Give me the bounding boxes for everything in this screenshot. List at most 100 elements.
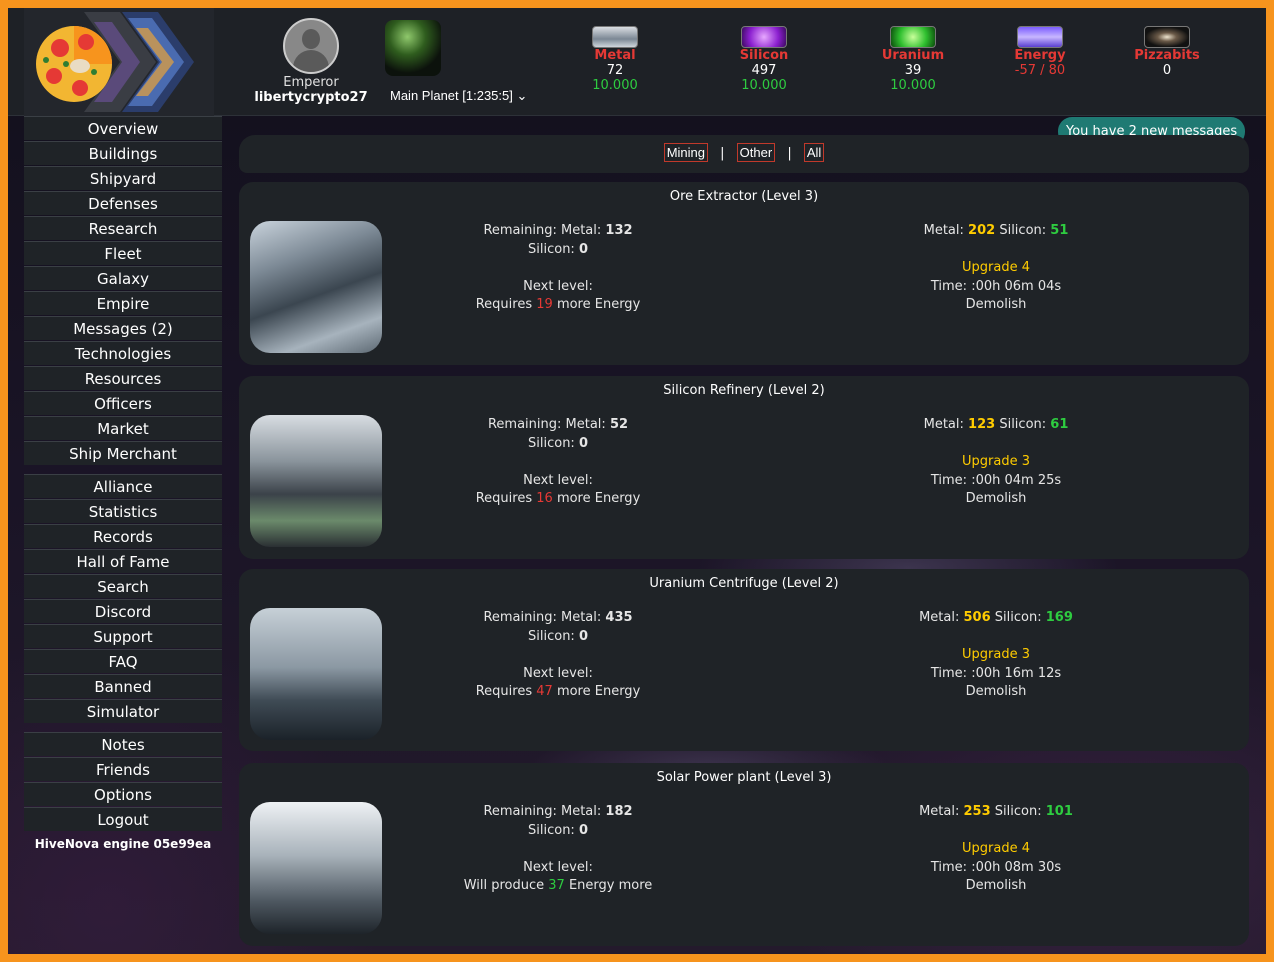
upgrade-button[interactable]: Upgrade 3 xyxy=(881,453,1111,472)
remaining-label: Remaining: xyxy=(483,223,557,238)
building-title[interactable]: Silicon Refinery (Level 2) xyxy=(239,376,1249,398)
building-title[interactable]: Ore Extractor (Level 3) xyxy=(239,182,1249,204)
nav-item[interactable]: Search xyxy=(24,574,222,598)
upgrade-button[interactable]: Upgrade 4 xyxy=(881,259,1111,278)
nav-item[interactable]: Technologies xyxy=(24,341,222,365)
remaining-metal: 132 xyxy=(605,223,633,238)
nav-item[interactable]: Banned xyxy=(24,674,222,698)
demolish-button[interactable]: Demolish xyxy=(881,296,1111,315)
nav-item[interactable]: Simulator xyxy=(24,699,222,723)
building-remaining: Remaining: Metal: 52 Silicon: 0 Next lev… xyxy=(438,416,678,509)
demolish-button[interactable]: Demolish xyxy=(881,490,1111,509)
nav-item[interactable]: Empire xyxy=(24,291,222,315)
time-label: Time: xyxy=(930,278,968,294)
energy-line: Will produce 37 Energy more xyxy=(438,877,678,896)
nav-item[interactable]: Shipyard xyxy=(24,166,222,190)
upgrade-button[interactable]: Upgrade 3 xyxy=(881,646,1111,665)
filter-all-button[interactable]: All xyxy=(803,143,825,162)
remaining-silicon: 0 xyxy=(578,435,588,451)
game-logo[interactable] xyxy=(24,8,214,116)
building-title[interactable]: Solar Power plant (Level 3) xyxy=(239,763,1249,785)
nav-item[interactable]: Notes xyxy=(24,732,222,756)
silicon-refinery-image[interactable] xyxy=(250,415,382,547)
cost-silicon: 101 xyxy=(1045,804,1073,819)
resource-current: -57 / 80 xyxy=(1014,63,1066,78)
resource-current: 39 xyxy=(904,63,922,78)
building-cost: Metal: 506 Silicon: 169 Upgrade 3 Time: … xyxy=(881,609,1111,702)
avatar[interactable] xyxy=(283,18,339,74)
next-level-label: Next level: xyxy=(523,472,593,488)
cost-silicon: 61 xyxy=(1050,417,1069,432)
energy-suffix: more Energy xyxy=(556,491,641,506)
energy-line: Requires 16 more Energy xyxy=(438,490,678,509)
next-level-label: Next level: xyxy=(523,859,593,875)
nav-item[interactable]: Discord xyxy=(24,599,222,623)
building-cost: Metal: 202 Silicon: 51 Upgrade 4 Time: :… xyxy=(881,222,1111,315)
building-card: Uranium Centrifuge (Level 2) Remaining: … xyxy=(239,569,1249,751)
silicon-label: Silicon: xyxy=(528,628,575,644)
resource-name: Pizzabits xyxy=(1134,48,1200,63)
filter-other-button[interactable]: Other xyxy=(736,143,776,162)
nav-item[interactable]: Ship Merchant xyxy=(24,441,222,465)
nav-item[interactable]: Statistics xyxy=(24,499,222,523)
user-panel: Emperor libertycrypto27 xyxy=(248,18,374,105)
nav-item[interactable]: Defenses xyxy=(24,191,222,215)
filter-mining-button[interactable]: Mining xyxy=(663,143,708,162)
nav-item[interactable]: Support xyxy=(24,624,222,648)
silicon-label: Silicon: xyxy=(999,417,1047,432)
metal-ore-icon xyxy=(592,26,638,48)
metal-label: Metal: xyxy=(923,223,964,238)
nav-item[interactable]: Hall of Fame xyxy=(24,549,222,573)
build-time: :00h 08m 30s xyxy=(971,859,1062,875)
remaining-metal: 435 xyxy=(605,610,633,625)
resource-current: 497 xyxy=(751,63,777,78)
nav-item[interactable]: Market xyxy=(24,416,222,440)
build-time: :00h 16m 12s xyxy=(971,665,1062,681)
planet-panel: Main Planet [1:235:5] ⌄ xyxy=(383,20,527,104)
energy-line: Requires 19 more Energy xyxy=(438,296,678,315)
nav-item[interactable]: Resources xyxy=(24,366,222,390)
nav-item[interactable]: Options xyxy=(24,782,222,806)
nav-item[interactable]: Buildings xyxy=(24,141,222,165)
resource-max: 10.000 xyxy=(592,78,638,93)
metal-label: Metal: xyxy=(561,610,602,625)
nav-item[interactable]: Galaxy xyxy=(24,266,222,290)
cost-metal: 202 xyxy=(968,223,996,238)
filter-bar: Mining | Other | All xyxy=(239,135,1249,173)
remaining-silicon: 0 xyxy=(578,822,588,838)
nav-item[interactable]: Messages (2) xyxy=(24,316,222,340)
planet-image[interactable] xyxy=(385,20,441,76)
time-label: Time: xyxy=(930,472,968,488)
nav-item[interactable]: Records xyxy=(24,524,222,548)
upgrade-button[interactable]: Upgrade 4 xyxy=(881,840,1111,859)
filter-separator: | xyxy=(787,146,792,161)
silicon-label: Silicon: xyxy=(994,804,1042,819)
cost-metal: 123 xyxy=(968,417,996,432)
remaining-silicon: 0 xyxy=(578,628,588,644)
solar-plant-image[interactable] xyxy=(250,802,382,934)
building-cost: Metal: 123 Silicon: 61 Upgrade 3 Time: :… xyxy=(881,416,1111,509)
resource-current: 72 xyxy=(606,63,624,78)
nav-item[interactable]: Alliance xyxy=(24,474,222,498)
building-title[interactable]: Uranium Centrifuge (Level 2) xyxy=(239,569,1249,591)
nav-item[interactable]: Friends xyxy=(24,757,222,781)
resource-max: 10.000 xyxy=(890,78,936,93)
demolish-button[interactable]: Demolish xyxy=(881,683,1111,702)
nav-item[interactable]: Officers xyxy=(24,391,222,415)
resource-pizzabits: Pizzabits 0 xyxy=(1112,26,1222,78)
demolish-button[interactable]: Demolish xyxy=(881,877,1111,896)
nav-item[interactable]: Logout xyxy=(24,807,222,831)
nav-item[interactable]: FAQ xyxy=(24,649,222,673)
remaining-metal: 52 xyxy=(609,417,629,432)
metal-label: Metal: xyxy=(919,610,960,625)
build-time: :00h 06m 04s xyxy=(971,278,1062,294)
nav-item[interactable]: Research xyxy=(24,216,222,240)
nav-item[interactable]: Fleet xyxy=(24,241,222,265)
uranium-centrifuge-image[interactable] xyxy=(250,608,382,740)
cost-metal: 253 xyxy=(963,804,991,819)
building-remaining: Remaining: Metal: 435 Silicon: 0 Next le… xyxy=(438,609,678,702)
ore-extractor-image[interactable] xyxy=(250,221,382,353)
planet-select[interactable]: Main Planet [1:235:5] ⌄ xyxy=(390,88,527,104)
nav-item[interactable]: Overview xyxy=(24,116,222,140)
building-card: Solar Power plant (Level 3) Remaining: M… xyxy=(239,763,1249,946)
